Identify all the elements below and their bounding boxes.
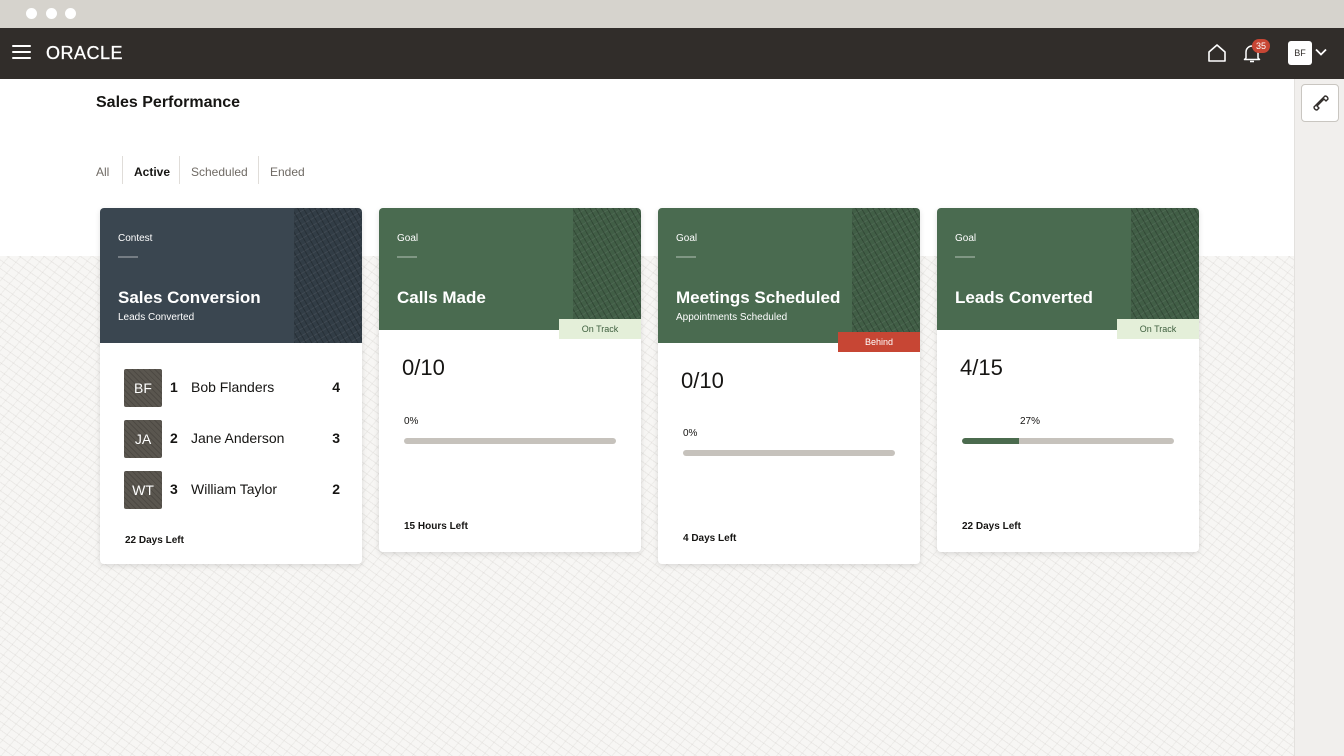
- user-avatar[interactable]: BF: [1288, 41, 1312, 65]
- phone-button[interactable]: [1301, 84, 1339, 122]
- chevron-down-icon[interactable]: [1314, 45, 1328, 59]
- goal-card-calls-made[interactable]: Goal Calls Made On Track 0/10 0% 15 Hour…: [379, 208, 641, 552]
- card-title: Calls Made: [397, 288, 486, 307]
- card-kind: Goal: [397, 233, 419, 244]
- tab-divider: [179, 156, 180, 184]
- progress-value: 0/10: [681, 368, 724, 393]
- progress-bar: [404, 438, 616, 444]
- card-header: Goal Leads Converted: [937, 208, 1199, 330]
- card-title: Leads Converted: [955, 288, 1093, 307]
- leader-name: Jane Anderson: [191, 430, 285, 446]
- leader-score: 4: [332, 379, 340, 395]
- card-kind: Goal: [676, 233, 698, 244]
- percent-label: 27%: [1020, 416, 1041, 427]
- card-subtitle: Appointments Scheduled: [676, 312, 788, 323]
- leaderboard-row[interactable]: JA 2 Jane Anderson 3: [124, 420, 340, 458]
- status-badge: On Track: [1117, 319, 1199, 339]
- header-texture: [573, 208, 641, 330]
- rank-number: 3: [170, 481, 178, 497]
- leader-score: 2: [332, 481, 340, 497]
- percent-label: 0%: [683, 428, 698, 439]
- time-left: 15 Hours Left: [404, 521, 468, 532]
- right-rail: [1294, 79, 1344, 756]
- leader-score: 3: [332, 430, 340, 446]
- tab-divider: [258, 156, 259, 184]
- percent-label: 0%: [404, 416, 419, 427]
- header-texture: [294, 208, 362, 343]
- goal-card-leads-converted[interactable]: Goal Leads Converted On Track 4/15 27% 2…: [937, 208, 1199, 552]
- tab-divider: [122, 156, 123, 184]
- tab-all[interactable]: All: [96, 156, 109, 188]
- goal-card-meetings-scheduled[interactable]: Goal Meetings Scheduled Appointments Sch…: [658, 208, 920, 564]
- tab-active[interactable]: Active: [134, 156, 170, 188]
- leaderboard-row[interactable]: BF 1 Bob Flanders 4: [124, 369, 340, 407]
- page-title: Sales Performance: [96, 94, 241, 111]
- tab-ended[interactable]: Ended: [270, 156, 305, 188]
- rank-number: 1: [170, 379, 178, 395]
- header-texture: [1131, 208, 1199, 330]
- time-left: 4 Days Left: [683, 533, 737, 544]
- card-header: Goal Meetings Scheduled Appointments Sch…: [658, 208, 920, 343]
- header-divider: [118, 256, 138, 258]
- status-badge: On Track: [559, 319, 641, 339]
- progress-bar: [683, 450, 895, 456]
- avatar: WT: [124, 471, 162, 509]
- progress-fill: [962, 438, 1020, 444]
- phone-icon: [1313, 95, 1329, 111]
- contest-card-sales-conversion[interactable]: Contest Sales Conversion Leads Converted…: [100, 208, 362, 564]
- window-dot-close[interactable]: [26, 8, 37, 19]
- leader-name: Bob Flanders: [191, 379, 275, 395]
- app-header: ORACLE 35 BF: [0, 28, 1344, 79]
- card-header: Contest Sales Conversion Leads Converted: [100, 208, 362, 343]
- header-texture: [852, 208, 920, 343]
- card-title: Meetings Scheduled: [676, 288, 841, 307]
- card-title: Sales Conversion: [118, 288, 261, 307]
- notification-badge: 35: [1252, 39, 1270, 53]
- tab-scheduled[interactable]: Scheduled: [191, 156, 248, 188]
- header-divider: [397, 256, 417, 258]
- leaderboard-row[interactable]: WT 3 William Taylor 2: [124, 471, 340, 509]
- card-header: Goal Calls Made: [379, 208, 641, 330]
- time-left: 22 Days Left: [125, 535, 184, 546]
- header-divider: [676, 256, 696, 258]
- card-kind: Contest: [118, 233, 153, 244]
- menu-icon[interactable]: [12, 44, 32, 62]
- progress-bar: [962, 438, 1174, 444]
- card-kind: Goal: [955, 233, 977, 244]
- progress-value: 0/10: [402, 355, 445, 380]
- avatar: BF: [124, 369, 162, 407]
- home-icon[interactable]: [1205, 41, 1229, 65]
- avatar: JA: [124, 420, 162, 458]
- oracle-logo: ORACLE: [46, 43, 124, 63]
- progress-value: 4/15: [960, 355, 1003, 380]
- leader-name: William Taylor: [191, 481, 278, 497]
- card-subtitle: Leads Converted: [118, 312, 195, 323]
- status-badge: Behind: [838, 332, 920, 352]
- browser-chrome: [0, 0, 1344, 28]
- window-dot-minimize[interactable]: [46, 8, 57, 19]
- header-divider: [955, 256, 975, 258]
- window-dot-maximize[interactable]: [65, 8, 76, 19]
- time-left: 22 Days Left: [962, 521, 1021, 532]
- rank-number: 2: [170, 430, 178, 446]
